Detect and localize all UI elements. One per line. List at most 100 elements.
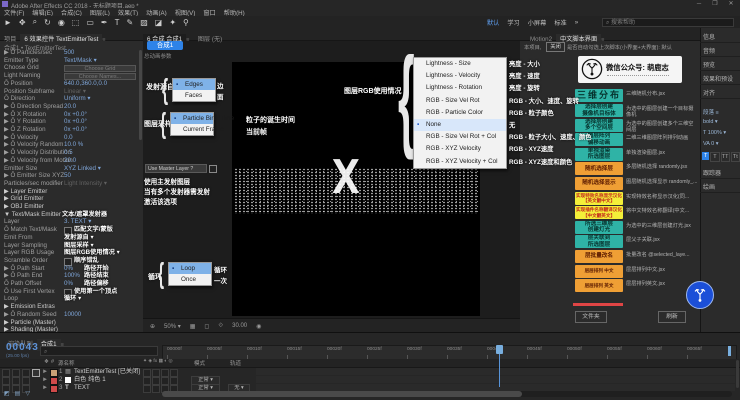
rgb-menu-item-4[interactable]: RGB - Particle Color bbox=[414, 107, 506, 119]
dock-tab-0[interactable]: 信息 bbox=[703, 32, 739, 41]
viewer-bar-item-4[interactable]: ⟐ bbox=[218, 323, 223, 330]
viewer-bar-item-6[interactable]: ◉ bbox=[256, 323, 261, 330]
current-frame-display[interactable]: 00043 bbox=[6, 342, 39, 353]
script-button-11[interactable]: 层批量改名 bbox=[575, 250, 623, 263]
close-button[interactable]: ✕ bbox=[724, 0, 738, 8]
script-button-2[interactable]: 选择层创建多个空间层 bbox=[575, 119, 623, 132]
tool-icon-4[interactable]: ◉ bbox=[58, 18, 65, 27]
tool-icon-8[interactable]: T bbox=[115, 18, 120, 27]
rgb-menu-item-0[interactable]: Lightness - Size bbox=[414, 58, 506, 70]
dock-char-row-1[interactable]: bold ▾ bbox=[703, 119, 739, 125]
layer-name[interactable]: 白色 纯色 1 bbox=[74, 376, 106, 384]
script-button-0[interactable]: 三维分布 bbox=[575, 89, 623, 102]
callout-menu-item-1-1[interactable]: Current Frame bbox=[171, 124, 213, 135]
dock-char-row-2[interactable]: T 100% ▾ bbox=[703, 130, 739, 136]
tool-icon-13[interactable]: ⚲ bbox=[183, 18, 189, 27]
workspace-tab-0[interactable]: 默认 bbox=[487, 18, 499, 27]
dock-tab-2[interactable]: 预览 bbox=[703, 60, 739, 69]
layer-expander-icon[interactable]: ► bbox=[42, 376, 48, 384]
viewer-bar-item-5[interactable]: 30.00 bbox=[232, 323, 247, 329]
tool-icon-11[interactable]: ◪ bbox=[155, 18, 163, 27]
dock-char-row-0[interactable]: 段落 ≡ bbox=[703, 108, 739, 116]
use-master-layer-row[interactable]: Use Master Layer ? bbox=[145, 164, 207, 173]
use-master-layer-checkbox[interactable] bbox=[209, 165, 217, 173]
script-button-1[interactable]: 选择层创建摄像机目标体 bbox=[575, 104, 623, 117]
layer-name[interactable]: TextEmitterTest [已关闭] bbox=[74, 368, 140, 376]
viewer-bar-item-0[interactable]: ⊕ bbox=[150, 323, 155, 330]
tool-icon-0[interactable]: ► bbox=[4, 18, 12, 27]
char-toggle-0[interactable]: T bbox=[702, 152, 709, 160]
time-ruler[interactable]: 00000f00005f00010f00015f00020f00025f0003… bbox=[162, 345, 737, 360]
layer-expander-icon[interactable]: ► bbox=[42, 368, 48, 376]
switch-cell-1[interactable] bbox=[152, 385, 160, 393]
layer-row-0[interactable]: ►1▦TextEmitterTest [已关闭] bbox=[0, 368, 255, 376]
layer-name[interactable]: TEXT bbox=[74, 384, 90, 392]
dock-char-row-3[interactable]: VA 0 ▾ bbox=[703, 141, 739, 147]
callout-menu-item-1-0[interactable]: ▪Particle Birth Time bbox=[171, 113, 213, 124]
script-button-9[interactable]: 所选三维层创建灯光 bbox=[575, 221, 623, 234]
tool-icon-6[interactable]: ▭ bbox=[86, 18, 94, 27]
rgb-menu-item-1[interactable]: Lightness - Velocity bbox=[414, 70, 506, 82]
workspace-tab-1[interactable]: 学习 bbox=[507, 18, 519, 27]
tool-icon-1[interactable]: ✥ bbox=[19, 18, 26, 27]
restore-button[interactable]: ❐ bbox=[708, 0, 722, 8]
timeline-footer-icon-2[interactable]: ▽ bbox=[25, 390, 30, 397]
tool-icon-12[interactable]: ✦ bbox=[169, 18, 176, 27]
timeline-footer-icon-1[interactable]: ▤ bbox=[15, 390, 21, 397]
work-area-end-marker[interactable] bbox=[728, 346, 731, 356]
rgb-menu-item-2[interactable]: Lightness - Rotation bbox=[414, 82, 506, 94]
workspace-overflow-icon[interactable]: » bbox=[575, 19, 578, 26]
tool-icon-9[interactable]: ✎ bbox=[127, 18, 134, 27]
workspace-tab-2[interactable]: 小屏幕 bbox=[528, 18, 547, 27]
layer-row-1[interactable]: ►2白色 纯色 1正常 ▾ bbox=[0, 376, 255, 384]
horizontal-scrollbar-thumb[interactable] bbox=[162, 391, 522, 397]
rgb-menu-item-6[interactable]: RGB - Size Vel Rot + Col bbox=[414, 131, 506, 143]
dock-tab-3[interactable]: 效果和预设 bbox=[703, 74, 739, 83]
tool-icon-5[interactable]: ⬚ bbox=[72, 18, 80, 27]
col-trkmat[interactable]: 轨道 bbox=[230, 359, 241, 367]
layer-color-swatch[interactable] bbox=[50, 385, 58, 393]
dock-lower-tab-1[interactable]: 绘画 bbox=[703, 182, 739, 191]
script-button-12[interactable]: 层层排列 中文 bbox=[575, 265, 623, 278]
help-search-input[interactable]: ⌕ 搜索帮助 bbox=[602, 18, 734, 27]
callout-menu-item-2-0[interactable]: ▪Loop bbox=[169, 263, 211, 274]
panel-menu-icon[interactable]: ≡ bbox=[102, 37, 105, 43]
viewer-bar-item-2[interactable]: ▦ bbox=[190, 323, 196, 330]
rgb-menu-item-3[interactable]: RGB - Size Vel Rot bbox=[414, 95, 506, 107]
char-toggle-2[interactable]: TT bbox=[721, 152, 730, 162]
rgb-menu-item-7[interactable]: RGB - XYZ Velocity bbox=[414, 143, 506, 155]
playhead-handle[interactable] bbox=[496, 345, 503, 354]
tab-layer-viewer[interactable]: 图层 (无) bbox=[194, 34, 226, 46]
minimize-button[interactable]: ─ bbox=[692, 0, 706, 8]
col-mode[interactable]: 模式 bbox=[194, 359, 205, 367]
effect-button[interactable]: Choose Names... bbox=[64, 73, 136, 80]
effects-scrollbar[interactable] bbox=[139, 50, 142, 140]
script-button-13[interactable]: 层层排列 英文 bbox=[575, 279, 623, 292]
horizontal-scrollbar-track[interactable] bbox=[162, 391, 732, 397]
script-hint-button[interactable]: 关闭 bbox=[546, 42, 565, 52]
rgb-menu-item-5[interactable]: ▪None bbox=[414, 119, 506, 131]
dock-lower-tab-0[interactable]: 跟踪器 bbox=[703, 168, 739, 177]
col-source-name[interactable]: 源名称 bbox=[58, 359, 75, 367]
tool-icon-10[interactable]: ▨ bbox=[140, 18, 148, 27]
viewer-bar-item-1[interactable]: 50% ▾ bbox=[164, 323, 181, 330]
callout-menu-item-0-0[interactable]: ▪Edges bbox=[173, 79, 215, 90]
char-toggle-3[interactable]: Tt bbox=[731, 152, 740, 162]
script-button-6[interactable]: 随机选择显示 bbox=[575, 177, 623, 190]
vertical-scrollbar[interactable] bbox=[736, 360, 739, 388]
script-button-10[interactable]: 层关联到所选图层 bbox=[575, 235, 623, 248]
workspace-tab-3[interactable]: 标准 bbox=[554, 18, 566, 27]
tool-icon-3[interactable]: ↻ bbox=[44, 18, 51, 27]
timeline-search-input[interactable]: ⌕ bbox=[40, 346, 158, 356]
dock-tab-4[interactable]: 对齐 bbox=[703, 88, 739, 97]
script-button-8[interactable]: 实现插件名称翻译汉化【中文翻英文】 bbox=[575, 206, 623, 219]
layer-expander-icon[interactable]: ► bbox=[42, 384, 48, 392]
refresh-button[interactable]: 刷新 bbox=[658, 311, 686, 323]
comp-panel-menu-icon[interactable]: ≡ bbox=[186, 37, 189, 43]
tool-icon-2[interactable]: ⌕ bbox=[33, 17, 37, 27]
folder-button[interactable]: 文件夹 bbox=[575, 311, 607, 323]
script-button-5[interactable]: 随机选择层 bbox=[575, 162, 623, 175]
callout-menu-item-2-1[interactable]: Once bbox=[169, 274, 211, 285]
rgb-menu-item-8[interactable]: RGB - XYZ Velocity + Col bbox=[414, 156, 506, 168]
switch-cell-0[interactable] bbox=[143, 385, 151, 393]
